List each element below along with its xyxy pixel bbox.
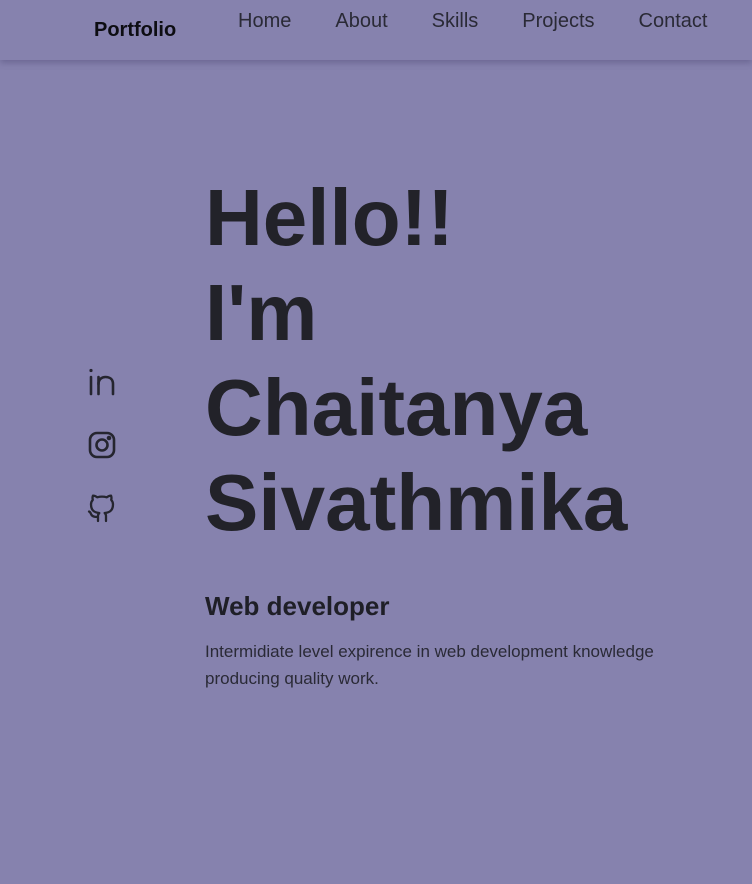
github-icon bbox=[87, 494, 115, 523]
nav-item-projects: Projects bbox=[522, 10, 638, 32]
nav-item-about: About bbox=[335, 10, 431, 32]
nav-item-skills: Skills bbox=[432, 10, 523, 32]
social-links bbox=[86, 366, 118, 555]
nav-item-contact: Contact bbox=[639, 10, 708, 32]
instagram-link[interactable] bbox=[86, 429, 118, 461]
nav-link-home[interactable]: Home bbox=[238, 10, 291, 32]
site-header: Portfolio Home About Skills Projects Con… bbox=[0, 0, 752, 60]
linkedin-icon bbox=[89, 368, 115, 396]
linkedin-link[interactable] bbox=[86, 366, 118, 398]
hero-section: Hello!! I'm Chaitanya Sivathmika Web dev… bbox=[205, 170, 725, 692]
nav-link-about[interactable]: About bbox=[335, 10, 387, 32]
hero-greeting: Hello!! bbox=[205, 173, 454, 262]
hero-first-name: Chaitanya bbox=[205, 363, 588, 452]
hero-subtitle: Web developer bbox=[205, 591, 390, 621]
logo-link[interactable]: Portfolio bbox=[94, 19, 176, 42]
instagram-icon bbox=[88, 431, 116, 459]
nav-link-contact[interactable]: Contact bbox=[639, 10, 708, 32]
hero-last-name: Sivathmika bbox=[205, 458, 628, 547]
hero-heading: Hello!! I'm Chaitanya Sivathmika bbox=[205, 170, 725, 550]
hero-intro: I'm bbox=[205, 268, 318, 357]
nav-link-skills[interactable]: Skills bbox=[432, 10, 479, 32]
nav-link-projects[interactable]: Projects bbox=[522, 10, 594, 32]
nav-item-home: Home bbox=[238, 10, 335, 32]
github-link[interactable] bbox=[86, 492, 118, 524]
hero-description: Intermidiate level expirence in web deve… bbox=[205, 642, 654, 688]
nav-menu: Home About Skills Projects Contact bbox=[238, 10, 707, 32]
